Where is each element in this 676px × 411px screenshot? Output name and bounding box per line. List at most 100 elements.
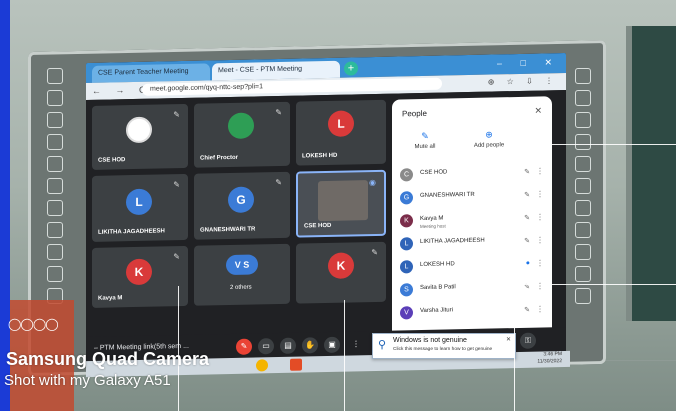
- windows-notice[interactable]: ⚲ Windows is not genuine Click this mess…: [372, 333, 516, 359]
- avatar: L: [400, 260, 413, 274]
- list-item[interactable]: L LOKESH HD ● ⋮: [400, 254, 548, 280]
- tool-icon[interactable]: [47, 68, 63, 84]
- mute-all-button[interactable]: ✎ Mute all: [400, 130, 450, 150]
- avatar: C: [400, 168, 413, 182]
- tool-icon[interactable]: [575, 68, 591, 84]
- participant-tile-video[interactable]: ◉ CSE HOD: [296, 169, 386, 238]
- more-icon[interactable]: ⋮: [536, 281, 544, 290]
- tool-icon[interactable]: [47, 134, 63, 150]
- more-options-icon[interactable]: ⋮: [348, 336, 364, 352]
- close-icon[interactable]: ✕: [506, 336, 511, 343]
- tool-icon[interactable]: [575, 156, 591, 172]
- tool-icon[interactable]: [575, 244, 591, 260]
- add-person-icon: ⊕: [485, 129, 493, 140]
- leader-line: [514, 290, 515, 411]
- avatar: L: [328, 110, 354, 137]
- speaking-icon: ●: [525, 259, 530, 267]
- mic-off-icon: ✎: [524, 237, 530, 245]
- new-tab-button[interactable]: +: [344, 61, 358, 76]
- camera-button[interactable]: ▭: [258, 338, 274, 355]
- people-panel: People ✕ ✎ Mute all ⊕ Add people C CSE H…: [392, 96, 552, 348]
- participant-tile[interactable]: K ✎ Kavya M: [92, 245, 188, 308]
- mic-off-icon: ✎: [524, 168, 530, 176]
- participant-tile[interactable]: L LOKESH HD: [296, 99, 386, 166]
- captions-button[interactable]: ▤: [280, 337, 296, 354]
- mic-off-icon: ✎: [524, 306, 530, 314]
- tool-icon[interactable]: [47, 266, 63, 282]
- tile-name: LOKESH HD: [302, 152, 338, 160]
- tool-icon[interactable]: [575, 200, 591, 216]
- app-icon[interactable]: [290, 358, 302, 371]
- tile-name: 2 others: [230, 284, 252, 292]
- tool-icon[interactable]: [575, 222, 591, 238]
- tool-icon[interactable]: [575, 288, 591, 304]
- participant-name: Varsha Jituri: [420, 307, 453, 315]
- participant-tile-group[interactable]: V S 2 others: [194, 243, 290, 306]
- more-icon[interactable]: ⋮: [536, 304, 544, 313]
- leader-line: [520, 144, 676, 145]
- tool-icon[interactable]: [47, 222, 63, 238]
- mic-off-icon: ✎: [524, 191, 530, 199]
- mic-off-icon: ✎: [173, 110, 180, 120]
- add-people-button[interactable]: ⊕ Add people: [464, 129, 514, 149]
- avatar: S: [400, 283, 413, 297]
- browser-window: CSE Parent Teacher Meeting Meet - CSE - …: [86, 52, 566, 366]
- key-icon: ⚲: [378, 339, 387, 351]
- more-icon[interactable]: ⋮: [536, 212, 544, 221]
- participant-tile[interactable]: L ✎ LIKITHA JAGADHEESH: [92, 173, 188, 242]
- more-icon[interactable]: ⋮: [536, 189, 544, 198]
- tool-icon[interactable]: [575, 266, 591, 282]
- smartboard-right-tools: [572, 62, 594, 352]
- avatar: L: [126, 188, 152, 216]
- avatar: G: [400, 191, 413, 205]
- chrome-icon[interactable]: [256, 359, 268, 372]
- add-people-label: Add people: [473, 142, 505, 149]
- chalkboard: [626, 26, 676, 321]
- tool-icon[interactable]: [575, 112, 591, 128]
- present-button[interactable]: ▣: [324, 336, 340, 354]
- participant-list: C CSE HOD ✎ ⋮ G GNANESHWARI TR ✎ ⋮ K Kav…: [400, 162, 548, 326]
- tool-icon[interactable]: [47, 112, 63, 128]
- avatar: G: [228, 186, 254, 214]
- tool-icon[interactable]: [575, 178, 591, 194]
- logo-avatar: [228, 112, 254, 140]
- system-clock: 3:46 PM 11/30/2022: [537, 351, 562, 366]
- participant-name: LIKITHA JAGADHEESH: [420, 237, 485, 246]
- tool-icon[interactable]: [575, 134, 591, 150]
- tool-icon[interactable]: [47, 200, 63, 216]
- participant-tile[interactable]: G ✎ GNANESHWARI TR: [194, 171, 290, 240]
- participant-name: Savita B Patil: [420, 284, 456, 292]
- participant-tile[interactable]: K ✎: [296, 241, 386, 304]
- more-icon[interactable]: ⋮: [536, 258, 544, 267]
- raise-hand-button[interactable]: ✋: [302, 337, 318, 354]
- tile-name: Kavya M: [98, 295, 123, 302]
- list-item[interactable]: S Savita B Patil ✎ ⋮: [400, 277, 548, 303]
- participant-name: GNANESHWARI TR: [420, 191, 475, 200]
- participant-name: Kavya M: [420, 215, 444, 223]
- meet-stage: ✎ CSE HOD ✎ Chief Proctor L LOKESH HD L …: [86, 89, 566, 366]
- tool-icon[interactable]: [47, 90, 63, 106]
- browser-toolbar-icons[interactable]: ⊕ ☆ ⇩ ⋮: [488, 76, 558, 86]
- photo-scene: CSE Parent Teacher Meeting Meet - CSE - …: [0, 0, 676, 411]
- list-item[interactable]: L LIKITHA JAGADHEESH ✎ ⋮: [400, 231, 548, 257]
- mic-toggle-button[interactable]: ✎: [236, 338, 252, 355]
- tool-icon[interactable]: [575, 90, 591, 106]
- window-controls[interactable]: – □ ✕: [497, 57, 560, 69]
- close-icon[interactable]: ✕: [534, 105, 542, 116]
- list-item[interactable]: V Varsha Jituri ✎ ⋮: [400, 300, 548, 326]
- participant-tile[interactable]: ✎ CSE HOD: [92, 103, 188, 170]
- list-item[interactable]: C CSE HOD ✎ ⋮: [400, 162, 548, 188]
- avatar: K: [126, 258, 152, 286]
- clock-date: 11/30/2022: [537, 358, 562, 365]
- more-icon[interactable]: ⋮: [536, 166, 544, 175]
- more-icon[interactable]: ⋮: [536, 235, 544, 244]
- avatar: K: [328, 252, 354, 279]
- list-item[interactable]: G GNANESHWARI TR ✎ ⋮: [400, 185, 548, 211]
- tool-icon[interactable]: [47, 178, 63, 194]
- tool-icon[interactable]: [47, 156, 63, 172]
- tool-icon[interactable]: [47, 244, 63, 260]
- host-controls-button[interactable]: ⚿: [520, 332, 536, 349]
- avatar: V: [400, 306, 413, 320]
- participant-tile[interactable]: ✎ Chief Proctor: [194, 101, 290, 168]
- list-item[interactable]: K Kavya M Meeting host ✎ ⋮: [400, 208, 548, 234]
